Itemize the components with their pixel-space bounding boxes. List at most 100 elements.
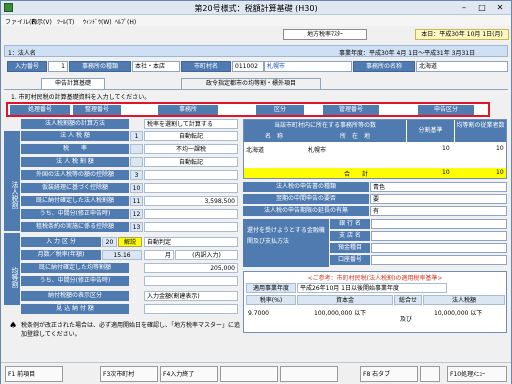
period-input-label: 入 力 区 分 [21, 237, 101, 247]
f5-button[interactable] [220, 366, 278, 382]
table-row[interactable]: 北海道 札幌市 10 10 [244, 144, 506, 154]
city-code-field[interactable]: 011002 [232, 61, 264, 72]
city-name-label: 市町村名 [181, 61, 231, 72]
title-bar: 第20号様式：税額計算基礎 (H30) – □ ✕ [1, 1, 511, 15]
corp-tax-levy-field[interactable]: 自動転記 [144, 157, 238, 167]
f4-end-input-button[interactable]: F4入力終了 [160, 366, 218, 382]
corp-label: 1：法人名 [8, 50, 36, 57]
interim-amount-field[interactable] [144, 209, 238, 219]
extension-field[interactable]: 有 [370, 206, 507, 216]
red-header-office: 事務所 [158, 105, 218, 115]
office-name-field[interactable]: 北海道 [416, 61, 508, 72]
tax-rate-master-button[interactable]: 地方税率ﾏｽﾀｰ [283, 29, 367, 40]
row-num: 10 [130, 183, 143, 193]
extension-label: 法人税の申告期限の延長の有無 [243, 206, 369, 216]
corp-tax-levy-label: 法 人 税 割 額 [21, 157, 129, 167]
employee-count-header: 均等割の従業者数 [454, 120, 506, 142]
header-fields-bar: 処理番号 整理番号 事務所 区分 管理番号 申告区分 [6, 102, 490, 117]
paid-per-capita-field[interactable]: 205,000 [144, 263, 238, 273]
estimated-payment-field[interactable] [144, 304, 238, 314]
fiscal-period: 事業年度：平成30年 4月 1日～平成31年 3月31日 [339, 50, 476, 57]
ref-and: 及び [400, 316, 413, 323]
deposit-type-field[interactable] [371, 243, 507, 253]
paid-per-capita-label: 既に納付確定した均等割額 [21, 263, 129, 273]
period-select[interactable]: 自動判定 [144, 237, 238, 247]
row-num [130, 157, 143, 167]
return-type-label: 法人税の申告書の種類 [243, 182, 369, 192]
note-icon: ♠ [9, 321, 18, 331]
menu-view[interactable]: 表示(V) [31, 17, 52, 26]
row-num: 11 [130, 196, 143, 206]
f9-button[interactable] [420, 366, 440, 382]
tab-calculation-basis[interactable]: 申告計算基礎 [41, 78, 105, 89]
city-name-field[interactable]: 札幌市 [264, 61, 352, 72]
f3-next-city-button[interactable]: F3次市町村 [100, 366, 158, 382]
tab-designated-city[interactable]: 政令指定都市の均等割・標外項目 [181, 78, 321, 89]
f10-process-menu-button[interactable]: F10処理ﾒﾆｭｰ [447, 366, 507, 382]
today-date: 本日：平成30年 10月 1日(月) [415, 29, 509, 40]
ref-tax: 10,000,000 以下 [434, 310, 483, 317]
row-num: 1 [130, 131, 143, 141]
menu-help[interactable]: ﾍﾙﾌﾟ(H) [115, 17, 136, 26]
reference-title: <ご参考：市町村民税(法人税割)の適用税率基準> [307, 275, 443, 282]
red-header-file-no: 整理番号 [73, 105, 121, 115]
window-title: 第20号様式：税額計算基礎 (H30) [194, 4, 318, 13]
menu-bar: ファイル(F) 表示(V) ﾂｰﾙ(T) ｳｨﾝﾄﾞｳ(W) ﾍﾙﾌﾟ(H) [1, 15, 511, 26]
months-label: 月数／税率(年額) [21, 250, 101, 260]
treaty-deduction-field[interactable] [144, 222, 238, 232]
false-accounting-deduction-label: 仮装経理に基づく控除額 [21, 183, 129, 193]
display-type-label: 納付税額の表示区分 [21, 291, 129, 301]
ref-capital: 100,000,000 以下 [314, 310, 367, 317]
office-table: 当該市町村内に所在する事務所等の数 名 称 所 在 地 分割基準 均等割の従業者… [243, 119, 507, 179]
red-header-category: 区分 [256, 105, 304, 115]
tax-rate-label: 税 率 [21, 144, 129, 154]
menu-tools[interactable]: ﾂｰﾙ(T) [57, 17, 74, 26]
bank-label: 還付を受けようとする金融機関及び支払方法 [243, 219, 329, 267]
office-type-field[interactable]: 本社・本店 [132, 61, 180, 72]
f1-prev-button[interactable]: F1 前項目 [5, 366, 63, 382]
interim-requirement-field[interactable]: 要 [370, 194, 507, 204]
row-num: 13 [130, 222, 143, 232]
row-num: 3 [130, 170, 143, 180]
sidebar-corporate-tax: 法人税割 [4, 131, 20, 231]
f8-right-tab-button[interactable]: F8 右タブ [360, 366, 418, 382]
maximize-button[interactable]: □ [473, 2, 491, 13]
foreign-tax-deduction-field[interactable] [144, 170, 238, 180]
tax-rate-field[interactable]: 不均一課税 [144, 144, 238, 154]
office-name-cell: 北海道 [246, 147, 265, 154]
f6-button[interactable] [280, 366, 338, 382]
corp-tax-field[interactable]: 自動転記 [144, 131, 238, 141]
split-basis-header: 分割基準 [406, 120, 454, 142]
row-num: 15.16 [102, 250, 142, 260]
input-no-label: 入力番号 [7, 61, 47, 72]
close-button[interactable]: ✕ [491, 2, 509, 13]
return-type-field[interactable]: 青色 [370, 182, 507, 192]
kaisetsu-button[interactable]: 解説 [118, 237, 142, 247]
corp-header-bar: 1：法人名 事業年度：平成30年 4月 1日～平成31年 3月31日 [4, 45, 508, 57]
branch-name-field[interactable] [371, 231, 507, 241]
name-header: 名 称 [244, 131, 304, 142]
total-employee-count: 10 [496, 169, 504, 176]
menu-window[interactable]: ｳｨﾝﾄﾞｳ(W) [83, 17, 112, 26]
office-address-cell: 札幌市 [308, 147, 327, 154]
paid-corp-tax-field[interactable]: 3,598,500 [144, 196, 238, 206]
ref-date-value: 平成26年10月 1日以後開始事業年度 [297, 283, 447, 293]
total-split-basis: 10 [442, 169, 450, 176]
breakdown-input-button[interactable]: (内訳入力) [175, 250, 238, 260]
minimize-button[interactable]: – [455, 2, 473, 13]
account-no-field[interactable] [371, 255, 507, 265]
calc-method-select[interactable]: 税率を選割して計算する [144, 119, 238, 129]
account-no-label: 口座番号 [330, 255, 370, 265]
bank-name-field[interactable] [371, 219, 507, 229]
months-unit: 月 [144, 250, 174, 260]
deposit-type-label: 預金種目 [330, 243, 370, 253]
estimated-payment-label: 見 込 納 付 額 [21, 304, 129, 314]
per-capita-interim-field[interactable] [144, 276, 238, 286]
display-type-select[interactable]: 入力金額(割建表示) [144, 291, 238, 301]
input-no-field[interactable]: 1 [48, 61, 68, 72]
false-accounting-deduction-field[interactable] [144, 183, 238, 193]
treaty-deduction-label: 租税条約の実施に係る控除額 [21, 222, 129, 232]
office-type-label: 事務所の種類 [69, 61, 131, 72]
interim-requirement-label: 翌期の中間申告の要否 [243, 194, 369, 204]
split-basis-cell: 10 [442, 145, 450, 152]
